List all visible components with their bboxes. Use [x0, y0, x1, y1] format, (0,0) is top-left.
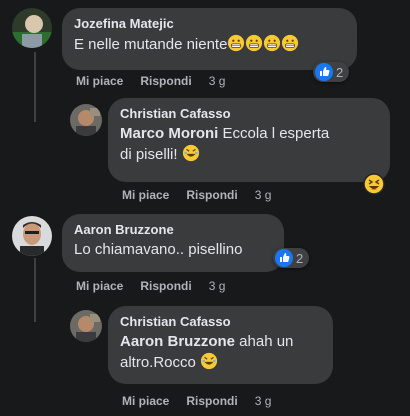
like-link[interactable]: Mi piace [76, 74, 123, 88]
like-link[interactable]: Mi piace [122, 188, 169, 202]
like-reaction-icon [315, 63, 333, 81]
grimace-emoji-icon [228, 34, 245, 52]
reply-link[interactable]: Rispondi [186, 394, 237, 408]
comment-text: E nelle mutande niente [74, 34, 345, 55]
comment-author[interactable]: Jozefina Matejic [74, 16, 345, 32]
comment-text-line: ahah un [235, 333, 294, 350]
avatar[interactable] [70, 104, 102, 136]
mention-link[interactable]: Aaron Bruzzone [120, 333, 235, 350]
comment-author[interactable]: Christian Cafasso [120, 106, 378, 122]
comment-timestamp[interactable]: 3 g [209, 279, 226, 293]
grimace-emoji-icon [264, 34, 281, 52]
reply-link[interactable]: Rispondi [140, 74, 191, 88]
comment-text-line: altro.Rocco [120, 354, 201, 371]
avatar[interactable] [70, 310, 102, 342]
comment-timestamp[interactable]: 3 g [255, 188, 272, 202]
avatar[interactable] [12, 216, 52, 256]
reaction-count: 2 [336, 64, 344, 80]
comment-text-line: di piselli! [120, 146, 182, 163]
avatar-photo [12, 8, 52, 48]
comment-author[interactable]: Christian Cafasso [120, 314, 321, 330]
comment-bubble: Jozefina Matejic E nelle mutande niente [62, 8, 357, 70]
reaction-count: 2 [296, 250, 304, 266]
avatar[interactable] [12, 8, 52, 48]
like-link[interactable]: Mi piace [76, 279, 123, 293]
reply-link[interactable]: Rispondi [140, 279, 191, 293]
like-link[interactable]: Mi piace [122, 394, 169, 408]
mention-link[interactable]: Marco Moroni [120, 125, 218, 142]
reply-link[interactable]: Rispondi [186, 188, 237, 202]
comment-bubble: Christian Cafasso Aaron Bruzzone ahah un… [108, 306, 333, 384]
comment-text: Lo chiamavano.. pisellino [74, 241, 243, 258]
thread-line [34, 52, 36, 122]
comment-timestamp[interactable]: 3 g [255, 394, 272, 408]
reaction-count-badge[interactable]: 2 [273, 248, 310, 268]
comment-timestamp[interactable]: 3 g [209, 74, 226, 88]
avatar-photo [70, 310, 102, 342]
grimace-emoji-icon [282, 34, 299, 52]
comment-author[interactable]: Aaron Bruzzone [74, 222, 272, 238]
comment-actions: Mi piace Rispondi 3 g [76, 74, 242, 88]
rofl-emoji-icon [200, 352, 218, 370]
rofl-emoji-icon [182, 144, 199, 162]
comment-actions: Mi piace Rispondi 3 g [76, 279, 242, 293]
comment-text: Marco Moroni Eccola l esperta di piselli… [120, 124, 378, 165]
comment-text: Aaron Bruzzone ahah un altro.Rocco [120, 332, 321, 373]
avatar-photo [12, 216, 52, 256]
thread-line [34, 258, 36, 322]
comment-text-content: E nelle mutande niente [74, 36, 228, 53]
comment-actions: Mi piace Rispondi 3 g [122, 394, 288, 408]
grimace-emoji-icon [246, 34, 263, 52]
comment-text-line: Eccola l esperta [218, 125, 330, 142]
reaction-count-badge[interactable]: 2 [313, 62, 350, 82]
comment-bubble: Aaron Bruzzone Lo chiamavano.. pisellino [62, 214, 284, 272]
like-reaction-icon [275, 249, 293, 267]
haha-reaction-icon[interactable] [363, 173, 385, 195]
comment-actions: Mi piace Rispondi 3 g [122, 188, 288, 202]
avatar-photo [70, 104, 102, 136]
comment-bubble: Christian Cafasso Marco Moroni Eccola l … [108, 98, 390, 182]
